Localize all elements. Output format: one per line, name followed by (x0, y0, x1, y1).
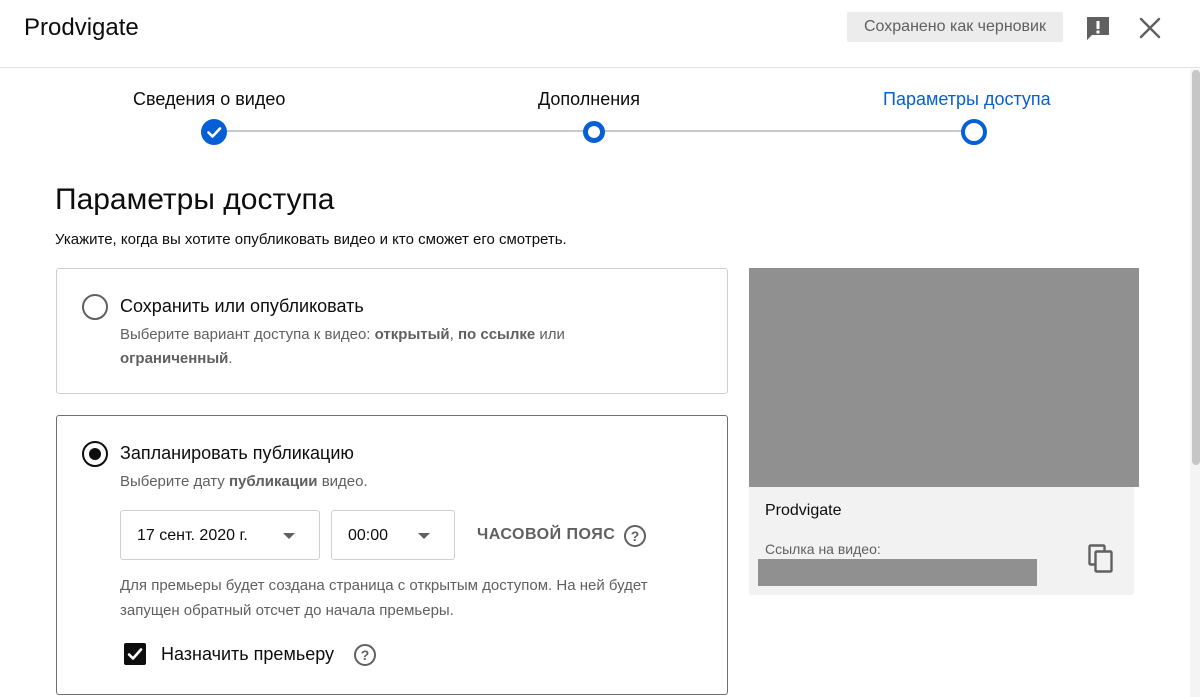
timezone-label[interactable]: ЧАСОВОЙ ПОЯС (477, 526, 615, 544)
step-extras-dot[interactable] (583, 121, 605, 143)
video-thumbnail (749, 268, 1139, 487)
scrollbar-thumb[interactable] (1192, 70, 1200, 465)
close-icon[interactable] (1136, 14, 1164, 42)
schedule-title: Запланировать публикацию (120, 443, 354, 463)
preview-channel-name: Prodvigate (765, 502, 842, 519)
video-preview-info: Prodvigate Ссылка на видео: (749, 487, 1134, 595)
draft-status-badge: Сохранено как черновик (847, 12, 1063, 42)
chevron-down-icon (418, 533, 430, 539)
chevron-down-icon (283, 533, 295, 539)
save-or-publish-description: Выберите вариант доступа к видео: открыт… (120, 326, 565, 367)
step-extras-label[interactable]: Дополнения (538, 89, 640, 110)
save-or-publish-card[interactable]: Сохранить или опубликовать Выберите вари… (56, 268, 728, 394)
page-title: Параметры доступа (55, 183, 335, 216)
timezone-help-icon[interactable]: ? (624, 525, 646, 547)
premiere-checkbox-label[interactable]: Назначить премьеру (161, 644, 334, 665)
top-bar: Prodvigate Сохранено как черновик (0, 0, 1200, 68)
save-or-publish-title: Сохранить или опубликовать (120, 296, 364, 316)
copy-icon[interactable] (1088, 544, 1114, 574)
save-or-publish-radio[interactable] (82, 294, 108, 320)
time-value: 00:00 (348, 527, 389, 544)
schedule-description: Выберите дату публикации видео. (120, 473, 368, 490)
check-icon (127, 648, 143, 660)
step-details-label[interactable]: Сведения о видео (133, 89, 285, 110)
schedule-card[interactable]: Запланировать публикацию Выберите дату п… (56, 415, 728, 695)
video-link-value[interactable] (758, 559, 1037, 586)
step-visibility-current-dot[interactable] (961, 119, 987, 145)
premiere-help-icon[interactable]: ? (354, 644, 376, 666)
check-icon (207, 127, 222, 138)
date-select[interactable]: 17 сент. 2020 г. (120, 510, 320, 560)
feedback-icon[interactable] (1083, 14, 1113, 44)
page-subtitle: Укажите, когда вы хотите опубликовать ви… (55, 231, 567, 248)
time-select[interactable]: 00:00 (331, 510, 455, 560)
step-details-done-dot[interactable] (201, 119, 227, 145)
date-value: 17 сент. 2020 г. (137, 527, 248, 544)
channel-title: Prodvigate (24, 14, 139, 41)
schedule-radio[interactable] (82, 441, 108, 467)
premiere-note: Для премьеры будет создана страница с от… (120, 577, 648, 619)
video-link-label: Ссылка на видео: (765, 541, 881, 557)
premiere-checkbox[interactable] (124, 643, 146, 665)
step-visibility-label[interactable]: Параметры доступа (883, 89, 1051, 110)
